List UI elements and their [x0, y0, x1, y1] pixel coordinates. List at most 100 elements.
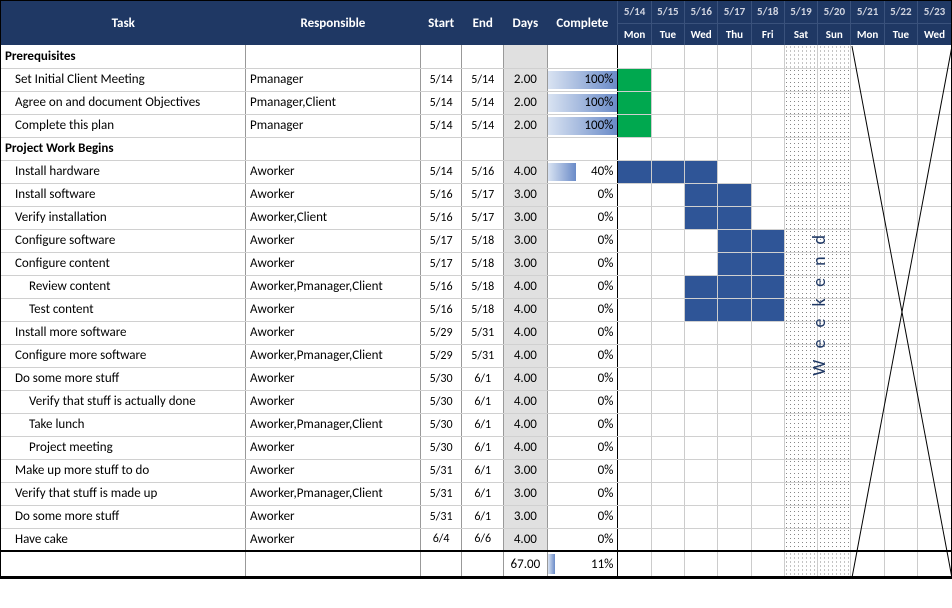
task-complete[interactable]: 0%	[547, 413, 618, 436]
task-end[interactable]: 6/6	[462, 528, 504, 551]
header-dow[interactable]: Wed	[685, 23, 718, 45]
header-date[interactable]: 5/22	[884, 1, 917, 23]
task-days[interactable]: 3.00	[504, 229, 548, 252]
task-end[interactable]: 5/18	[462, 252, 504, 275]
task-name[interactable]: Have cake	[1, 528, 246, 551]
task-row[interactable]: Do some more stuffAworker5/306/14.000%	[1, 367, 951, 390]
task-end[interactable]: 5/18	[462, 275, 504, 298]
header-date[interactable]: 5/17	[718, 1, 751, 23]
task-start[interactable]	[420, 137, 462, 160]
task-complete[interactable]: 0%	[547, 459, 618, 482]
task-end[interactable]: 6/1	[462, 459, 504, 482]
header-complete[interactable]: Complete	[547, 1, 618, 45]
task-row[interactable]: Have cakeAworker6/46/64.000%	[1, 528, 951, 551]
task-name[interactable]: Verify that stuff is made up	[1, 482, 246, 505]
task-row[interactable]: Complete this planPmanager5/145/142.0010…	[1, 114, 951, 137]
task-row[interactable]: Verify that stuff is made upAworker,Pman…	[1, 482, 951, 505]
header-task[interactable]: Task	[1, 1, 246, 45]
header-days[interactable]: Days	[504, 1, 548, 45]
task-start[interactable]: 5/16	[420, 298, 462, 321]
task-row[interactable]: Test contentAworker5/165/184.000%	[1, 298, 951, 321]
header-dow[interactable]: Wed	[918, 23, 952, 45]
task-start[interactable]: 5/14	[420, 91, 462, 114]
header-date[interactable]: 5/23	[918, 1, 952, 23]
task-responsible[interactable]: Aworker	[246, 528, 421, 551]
header-dow[interactable]: Tue	[651, 23, 684, 45]
task-start[interactable]: 5/31	[420, 505, 462, 528]
task-responsible[interactable]: Aworker,Pmanager,Client	[246, 275, 421, 298]
task-row[interactable]: Verify installationAworker,Client5/165/1…	[1, 206, 951, 229]
task-responsible[interactable]: Aworker,Pmanager,Client	[246, 482, 421, 505]
task-days[interactable]: 4.00	[504, 367, 548, 390]
task-complete[interactable]	[547, 137, 618, 160]
task-row[interactable]: Set Initial Client MeetingPmanager5/145/…	[1, 68, 951, 91]
task-row[interactable]: Verify that stuff is actually doneAworke…	[1, 390, 951, 413]
task-days[interactable]: 3.00	[504, 459, 548, 482]
task-end[interactable]: 5/14	[462, 68, 504, 91]
group-row[interactable]: Prerequisites	[1, 45, 951, 68]
task-responsible[interactable]: Aworker	[246, 459, 421, 482]
task-end[interactable]: 5/31	[462, 321, 504, 344]
task-responsible[interactable]: Aworker,Client	[246, 206, 421, 229]
task-days[interactable]: 4.00	[504, 321, 548, 344]
task-complete[interactable]: 0%	[547, 275, 618, 298]
task-name[interactable]: Configure more software	[1, 344, 246, 367]
task-days[interactable]: 3.00	[504, 206, 548, 229]
task-name[interactable]: Install software	[1, 183, 246, 206]
task-start[interactable]: 5/30	[420, 367, 462, 390]
header-start[interactable]: Start	[420, 1, 462, 45]
task-days[interactable]: 4.00	[504, 160, 548, 183]
task-name[interactable]: Prerequisites	[1, 45, 246, 68]
task-start[interactable]: 5/30	[420, 390, 462, 413]
task-name[interactable]: Review content	[1, 275, 246, 298]
task-complete[interactable]: 0%	[547, 436, 618, 459]
task-end[interactable]: 5/31	[462, 344, 504, 367]
task-name[interactable]: Do some more stuff	[1, 367, 246, 390]
task-days[interactable]: 2.00	[504, 114, 548, 137]
task-start[interactable]: 6/4	[420, 528, 462, 551]
task-end[interactable]: 5/16	[462, 160, 504, 183]
task-start[interactable]: 5/16	[420, 183, 462, 206]
task-start[interactable]: 5/14	[420, 114, 462, 137]
task-start[interactable]: 5/29	[420, 321, 462, 344]
task-complete[interactable]: 0%	[547, 528, 618, 551]
task-end[interactable]: 6/1	[462, 390, 504, 413]
task-complete[interactable]: 0%	[547, 482, 618, 505]
task-responsible[interactable]	[246, 45, 421, 68]
task-end[interactable]: 6/1	[462, 505, 504, 528]
task-days[interactable]: 4.00	[504, 344, 548, 367]
task-responsible[interactable]: Aworker,Pmanager,Client	[246, 344, 421, 367]
task-name[interactable]: Project meeting	[1, 436, 246, 459]
header-dow[interactable]: Tue	[884, 23, 917, 45]
task-row[interactable]: Install softwareAworker5/165/173.000%	[1, 183, 951, 206]
header-date[interactable]: 5/21	[851, 1, 884, 23]
task-days[interactable]: 4.00	[504, 390, 548, 413]
task-row[interactable]: Do some more stuffAworker5/316/13.000%	[1, 505, 951, 528]
task-days[interactable]: 3.00	[504, 482, 548, 505]
task-end[interactable]	[462, 137, 504, 160]
header-dow[interactable]: Mon	[851, 23, 884, 45]
task-days[interactable]: 4.00	[504, 298, 548, 321]
task-responsible[interactable]: Aworker	[246, 229, 421, 252]
task-row[interactable]: Review contentAworker,Pmanager,Client5/1…	[1, 275, 951, 298]
task-responsible[interactable]: Aworker	[246, 183, 421, 206]
task-complete[interactable]: 0%	[547, 183, 618, 206]
task-end[interactable]: 5/17	[462, 206, 504, 229]
task-start[interactable]: 5/16	[420, 275, 462, 298]
task-responsible[interactable]: Aworker	[246, 298, 421, 321]
task-name[interactable]: Take lunch	[1, 413, 246, 436]
task-complete[interactable]: 0%	[547, 367, 618, 390]
task-row[interactable]: Install hardwareAworker5/145/164.0040%	[1, 160, 951, 183]
task-days[interactable]: 4.00	[504, 436, 548, 459]
task-name[interactable]: Complete this plan	[1, 114, 246, 137]
task-name[interactable]: Set Initial Client Meeting	[1, 68, 246, 91]
task-days[interactable]: 2.00	[504, 91, 548, 114]
task-responsible[interactable]: Pmanager	[246, 114, 421, 137]
header-date[interactable]: 5/14	[618, 1, 651, 23]
task-row[interactable]: Agree on and document ObjectivesPmanager…	[1, 91, 951, 114]
task-complete[interactable]: 0%	[547, 344, 618, 367]
task-complete[interactable]: 0%	[547, 252, 618, 275]
task-responsible[interactable]: Aworker	[246, 367, 421, 390]
header-date[interactable]: 5/16	[685, 1, 718, 23]
task-start[interactable]	[420, 45, 462, 68]
